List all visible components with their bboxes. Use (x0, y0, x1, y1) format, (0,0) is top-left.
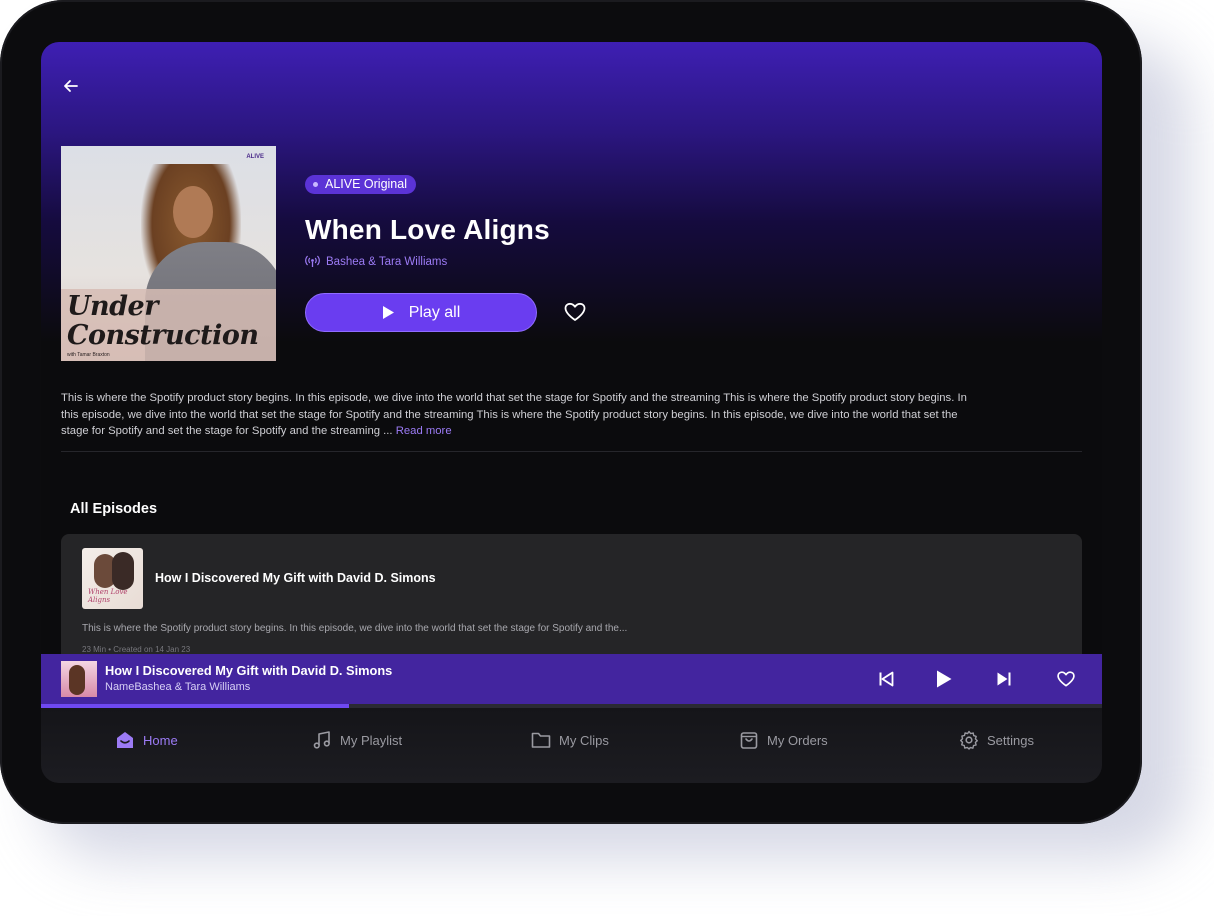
play-all-button[interactable]: Play all (305, 293, 537, 332)
nav-my-orders[interactable]: My Orders (739, 730, 828, 750)
play-button[interactable] (931, 666, 957, 692)
player-artist: NameBashea & Tara Williams (105, 681, 251, 693)
nav-home[interactable]: Home (115, 730, 178, 750)
podcast-cover: ALIVE Under Construction with Tamar Brax… (61, 146, 276, 361)
episode-title: How I Discovered My Gift with David D. S… (155, 571, 436, 585)
original-badge: ALIVE Original (305, 175, 416, 194)
episode-description: This is where the Spotify product story … (82, 623, 628, 634)
gear-icon (960, 730, 978, 750)
cover-subtitle: with Tamar Braxton (67, 352, 110, 358)
nav-my-playlist[interactable]: My Playlist (312, 730, 402, 750)
episode-meta: 23 Min • Created on 14 Jan 23 (82, 645, 191, 654)
home-icon (117, 732, 133, 748)
episode-thumbnail: When Love Aligns (82, 548, 143, 609)
nav-settings[interactable]: Settings (959, 730, 1034, 750)
nav-label: My Orders (767, 732, 828, 748)
read-more-link[interactable]: Read more (396, 425, 452, 437)
cover-logo: ALIVE (246, 154, 264, 160)
player-title: How I Discovered My Gift with David D. S… (105, 663, 393, 678)
description-text: This is where the Spotify product story … (61, 392, 967, 437)
show-description: This is where the Spotify product story … (61, 390, 981, 440)
thumb-figure (69, 665, 85, 695)
thumb-script-text: When Love Aligns (88, 588, 128, 604)
heart-icon (564, 302, 586, 321)
cover-title: Under Construction (67, 291, 259, 351)
all-episodes-heading: All Episodes (70, 501, 158, 517)
author-name: Bashea & Tara Williams (326, 255, 448, 268)
section-divider (61, 451, 1082, 452)
player-favorite-button[interactable] (1053, 666, 1079, 692)
skip-next-icon (997, 672, 1011, 686)
mini-player[interactable]: How I Discovered My Gift with David D. S… (41, 654, 1102, 704)
heart-icon (1057, 671, 1075, 687)
nav-my-clips[interactable]: My Clips (531, 730, 609, 750)
badge-dot (313, 182, 318, 187)
favorite-button[interactable] (563, 300, 587, 324)
next-button[interactable] (991, 666, 1017, 692)
nav-label: My Clips (559, 732, 609, 748)
nav-label: My Playlist (340, 732, 403, 748)
thumb-figure (112, 552, 134, 590)
previous-button[interactable] (873, 666, 899, 692)
show-title: When Love Aligns (305, 214, 550, 245)
back-button[interactable] (59, 74, 83, 98)
nav-label: Home (143, 732, 178, 748)
author-row[interactable]: Bashea & Tara Williams (305, 255, 447, 268)
bottom-navigation: Home My Playlist My Clips My Orders Sett… (41, 708, 1102, 783)
arrow-left-icon (64, 80, 78, 92)
music-note-icon (313, 731, 330, 749)
shopping-bag-icon (740, 732, 758, 749)
play-all-label: Play all (408, 303, 461, 321)
play-icon (937, 670, 952, 688)
skip-previous-icon (879, 671, 894, 687)
nav-label: Settings (987, 732, 1034, 748)
player-thumbnail (61, 661, 97, 697)
broadcast-icon (305, 255, 320, 267)
play-icon (382, 306, 394, 319)
badge-label: ALIVE Original (325, 177, 407, 191)
cover-photo-face (173, 186, 213, 238)
folder-icon (531, 732, 551, 748)
episode-card[interactable]: When Love Aligns How I Discovered My Gif… (61, 534, 1082, 664)
tablet-frame: ALIVE Under Construction with Tamar Brax… (0, 0, 1142, 824)
app-screen: ALIVE Under Construction with Tamar Brax… (41, 42, 1102, 783)
